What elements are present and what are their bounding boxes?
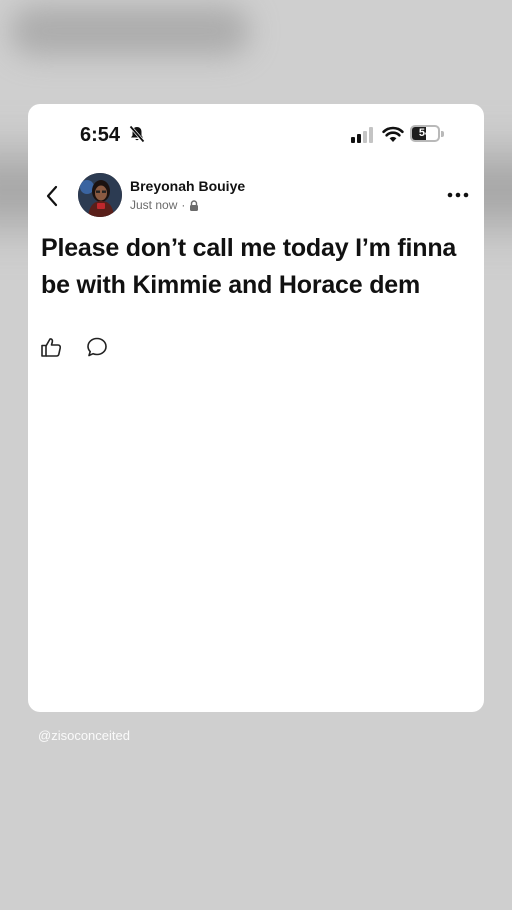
status-bar: 6:54 54 (28, 104, 484, 164)
post-screenshot-card: 6:54 54 Breyonah Bouiye Just now · Pleas… (28, 104, 484, 712)
post-body-text: Please don’t call me today I’m finna be … (41, 234, 457, 299)
comment-icon[interactable] (86, 336, 108, 358)
watermark-handle: @zisoconceited (38, 728, 130, 743)
post-meta: Just now · (130, 198, 199, 212)
author-name[interactable]: Breyonah Bouiye (130, 178, 245, 194)
avatar[interactable] (78, 173, 122, 217)
like-icon[interactable] (40, 336, 62, 358)
back-chevron-icon[interactable] (44, 184, 60, 208)
post-header: Breyonah Bouiye Just now · (28, 168, 484, 224)
battery-icon: 54 (410, 125, 440, 142)
status-time: 6:54 (80, 124, 121, 146)
post-timestamp[interactable]: Just now (130, 198, 177, 212)
wifi-icon (382, 126, 404, 142)
signal-icon (351, 127, 373, 143)
battery-percent: 54 (418, 127, 432, 139)
meta-separator: · (181, 198, 186, 212)
avatar-photo (78, 173, 122, 217)
battery-cap (441, 131, 444, 137)
lock-icon (190, 199, 199, 211)
background-blur-blob (10, 6, 250, 56)
post-actions (40, 336, 140, 360)
more-options-icon[interactable] (446, 188, 470, 202)
bell-muted-icon (129, 125, 145, 143)
